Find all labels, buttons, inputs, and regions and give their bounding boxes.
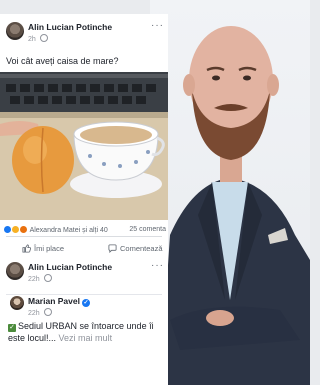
post-meta: 2h [28, 34, 48, 43]
shared-author-label: Marian Pavel [28, 296, 80, 306]
like-reaction-icon [4, 226, 11, 233]
haha-reaction-icon [12, 226, 19, 233]
like-label: Îmi place [34, 244, 65, 253]
more-options-button[interactable]: ··· [151, 20, 164, 31]
shared-author-name[interactable]: Marian Pavel ✓ [28, 296, 90, 307]
post-header: Alin Lucian Potinche 22h ··· [0, 254, 168, 292]
shared-post-text: ✓ Sediul URBAN se întoarce unde îi este l… [8, 320, 164, 344]
author-name[interactable]: Alin Lucian Potinche [28, 22, 112, 32]
apricot-and-cup-photo [0, 72, 168, 220]
post-time[interactable]: 2h [28, 36, 36, 43]
post-header: Alin Lucian Potinche 2h ··· [0, 14, 168, 52]
post-time[interactable]: 22h [28, 276, 40, 283]
globe-icon [39, 34, 48, 42]
see-more-link[interactable]: Vezi mai mult [59, 333, 113, 343]
more-options-button[interactable]: ··· [151, 260, 164, 271]
shared-post-meta: 22h [28, 308, 52, 317]
facebook-post-card: Alin Lucian Potinche 2h ··· Voi cât aveț… [0, 14, 168, 254]
post-photo[interactable] [0, 72, 168, 220]
author-name[interactable]: Alin Lucian Potinche [28, 262, 112, 272]
author-avatar[interactable] [6, 22, 24, 40]
shared-post-time[interactable]: 22h [28, 310, 40, 317]
comment-label: Comentează [120, 244, 163, 253]
post-text: Voi cât aveți caisa de mare? [6, 56, 119, 66]
man-portrait-photo [160, 26, 310, 385]
wow-reaction-icon [20, 226, 27, 233]
like-icon [22, 244, 31, 253]
shared-author-avatar[interactable] [10, 296, 24, 310]
author-avatar[interactable] [6, 262, 24, 280]
globe-icon [43, 274, 52, 282]
post-meta: 22h [28, 274, 52, 283]
reactions-text[interactable]: Alexandra Matei și alți 40 [30, 227, 108, 234]
comment-icon [108, 244, 117, 254]
reaction-summary[interactable]: Alexandra Matei și alți 40 25 comenta [4, 226, 166, 234]
shared-divider [6, 294, 162, 295]
comment-button[interactable]: Comentează [108, 244, 163, 254]
verified-icon: ✓ [81, 299, 90, 307]
like-button[interactable]: Îmi place [22, 244, 64, 253]
comments-count[interactable]: 25 comenta [129, 226, 166, 233]
facebook-shared-post-card: Alin Lucian Potinche 22h ··· Marian Pave… [0, 254, 168, 385]
check-icon: ✓ [8, 324, 16, 332]
globe-icon [43, 308, 52, 316]
divider [6, 236, 162, 237]
